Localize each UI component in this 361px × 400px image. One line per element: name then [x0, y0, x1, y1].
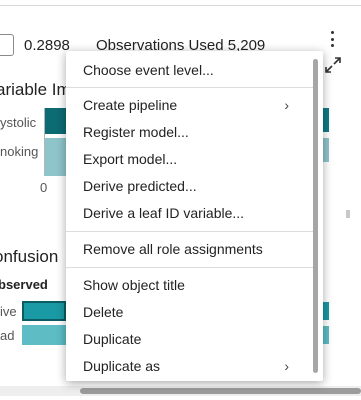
menu-item-delete[interactable]: Delete	[66, 298, 323, 325]
chevron-right-icon: ›	[284, 358, 289, 374]
menu-item-show-object-title[interactable]: Show object title	[66, 271, 323, 298]
confusion-row-label-2: ad	[0, 328, 15, 343]
menu-item-export-model[interactable]: Export model...	[66, 145, 323, 172]
confusion-bar-1	[22, 301, 66, 321]
variable-importance-title: ariable Im	[0, 80, 71, 99]
side-handle[interactable]	[346, 210, 350, 218]
context-menu: Choose event level... Create pipeline › R…	[66, 51, 323, 381]
horizontal-scrollbar[interactable]	[80, 388, 361, 394]
vi-axis	[44, 108, 45, 172]
stat-checkbox[interactable]	[0, 34, 14, 56]
menu-scrollbar[interactable]	[313, 59, 318, 373]
panel-border	[0, 5, 361, 6]
stat-value: 0.2898	[24, 37, 70, 54]
maximize-icon[interactable]	[324, 56, 342, 74]
vi-axis-tick: 0	[40, 180, 48, 195]
confusion-title: onfusion	[0, 247, 59, 266]
vi-bar-right-2	[323, 138, 329, 162]
vi-bar-smoking	[44, 138, 68, 164]
menu-separator	[66, 231, 314, 232]
menu-item-duplicate[interactable]: Duplicate	[66, 325, 323, 352]
menu-item-duplicate-as[interactable]: Duplicate as ›	[66, 352, 323, 379]
confusion-bar-right-2	[323, 326, 329, 344]
menu-separator	[66, 87, 314, 88]
menu-separator	[66, 267, 314, 268]
menu-item-derive-leaf-id[interactable]: Derive a leaf ID variable...	[66, 199, 323, 226]
vi-bar-right-1	[323, 108, 329, 132]
menu-item-remove-role-assignments[interactable]: Remove all role assignments	[66, 235, 323, 262]
menu-item-choose-event-level[interactable]: Choose event level...	[66, 56, 323, 83]
confusion-bar-2	[22, 325, 66, 345]
vi-label-smoking: noking	[0, 144, 39, 159]
vi-label-systolic: ystolic	[0, 115, 37, 130]
vi-bar-other	[44, 164, 68, 176]
confusion-bar-right-1	[323, 302, 329, 320]
confusion-row-label-1: ive	[0, 304, 17, 319]
more-vertical-icon[interactable]	[325, 28, 339, 50]
menu-item-derive-predicted[interactable]: Derive predicted...	[66, 172, 323, 199]
confusion-observed-label: bserved	[0, 277, 48, 292]
vi-bar-systolic	[44, 108, 68, 134]
menu-item-create-pipeline[interactable]: Create pipeline ›	[66, 91, 323, 118]
menu-item-register-model[interactable]: Register model...	[66, 118, 323, 145]
chevron-right-icon: ›	[284, 97, 289, 113]
